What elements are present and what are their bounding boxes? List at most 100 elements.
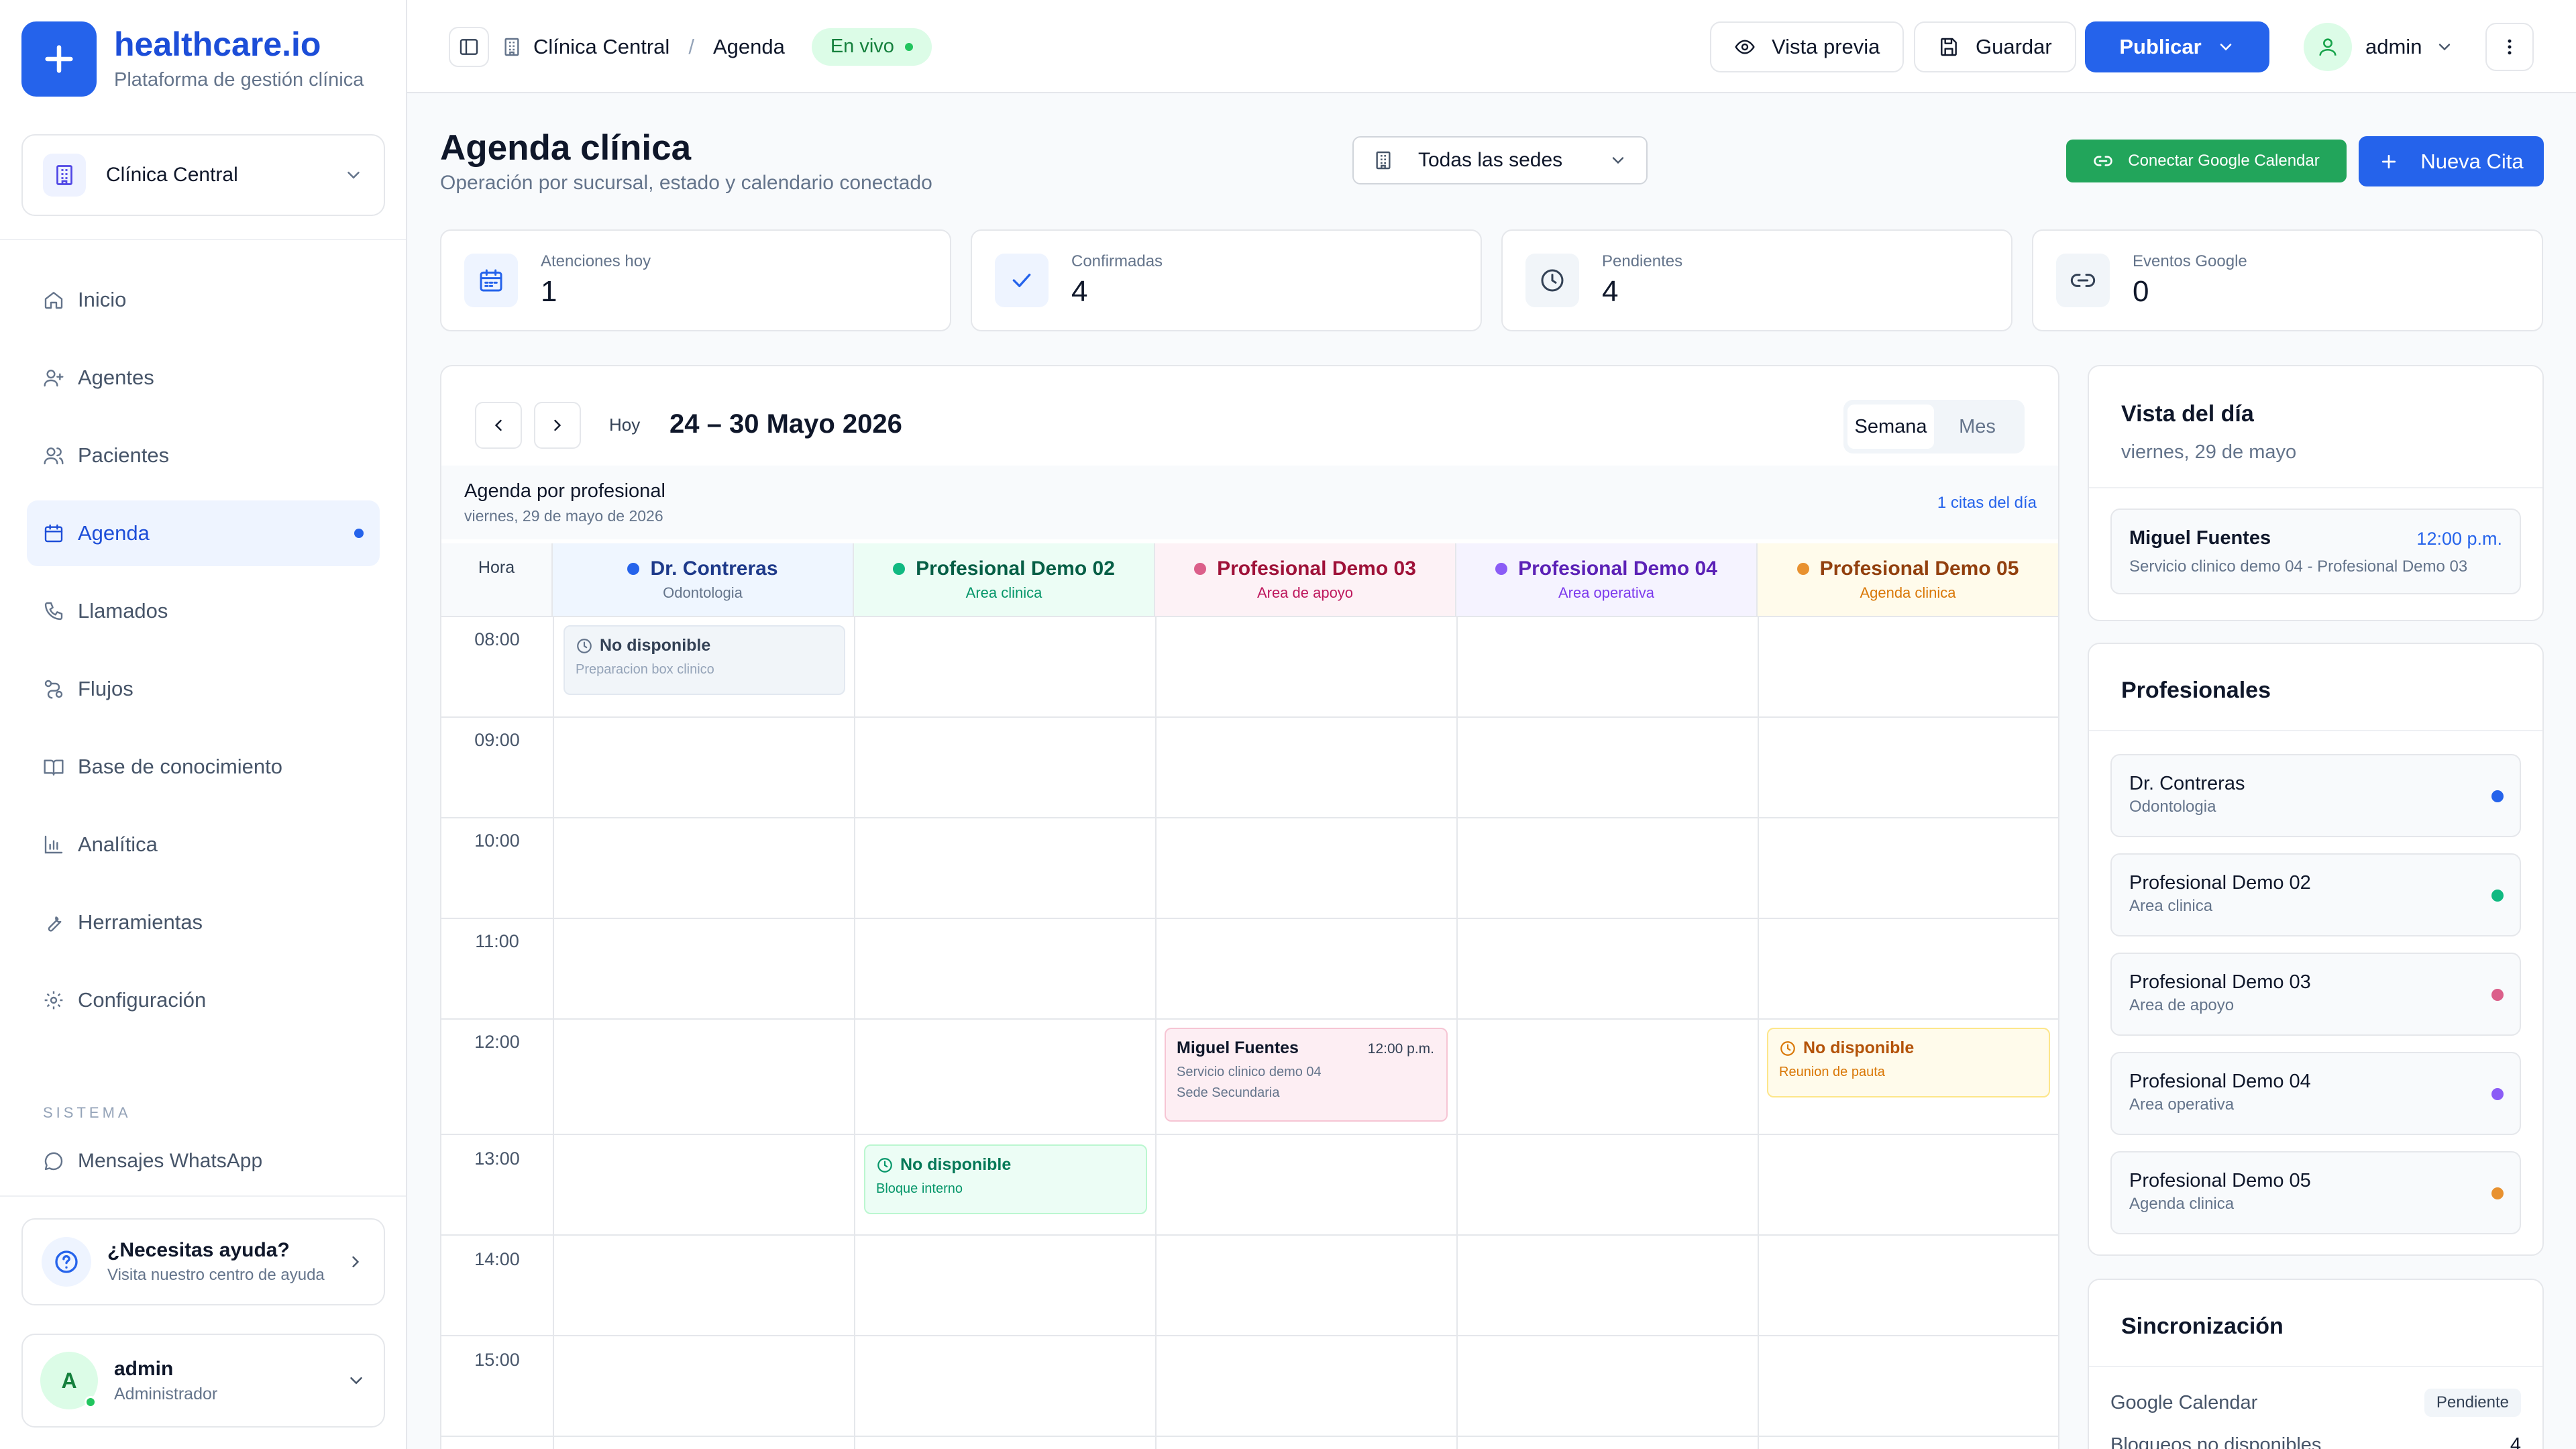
breadcrumb-clinic[interactable]: Clínica Central [533,35,669,59]
professional-color-dot [1194,563,1207,575]
gear-icon [43,989,64,1011]
grid-line [441,1018,2058,1020]
column-area: Area operativa [1558,584,1655,601]
event-time: 12:00 p.m. [1367,1041,1434,1057]
user-name: admin [114,1357,174,1380]
publish-button[interactable]: Publicar [2085,21,2269,72]
nav-item-agenda[interactable]: Agenda [27,500,380,566]
professional-color-dot [627,563,640,575]
stat-value: 0 [2133,275,2149,308]
chevron-down-icon [2435,38,2454,56]
date-range: 24 – 30 Mayo 2026 [669,409,902,439]
nav-label: Base de conocimiento [78,755,283,778]
sync-blocks-value: 4 [2510,1434,2521,1449]
user-menu[interactable]: A admin Administrador [21,1334,385,1428]
column-name: Profesional Demo 04 [1518,557,1717,580]
preview-button[interactable]: Vista previa [1710,21,1904,72]
save-button[interactable]: Guardar [1914,21,2076,72]
column-area: Area de apoyo [1256,584,1354,601]
nav-item-whatsapp[interactable]: Mensajes WhatsApp [27,1131,380,1191]
clock-icon [1779,1040,1796,1057]
professional-color-dot [2491,790,2504,802]
nav-item-flujos[interactable]: Flujos [27,656,380,722]
help-subtitle: Visita nuestro centro de ayuda [107,1266,325,1284]
column-name: Profesional Demo 02 [916,557,1115,580]
nav-item-herramientas[interactable]: Herramientas [27,890,380,955]
chevron-down-icon [346,1371,366,1391]
user-icon [2304,23,2352,71]
event-title: Miguel Fuentes [1177,1038,1299,1057]
professional-column-header: Profesional Demo 04 Area operativa [1456,543,1758,617]
nav-item-agentes[interactable]: Agentes [27,345,380,411]
nav-item-base-conocimiento[interactable]: Base de conocimiento [27,734,380,800]
column-name: Dr. Contreras [650,557,778,580]
agenda-count[interactable]: 1 citas del día [1937,494,2037,513]
grid-line [854,617,855,1449]
user-plus-icon [43,367,64,388]
professional-item[interactable]: Dr. Contreras Odontologia [2110,754,2521,837]
hour-label: 08:00 [474,629,520,649]
professional-item[interactable]: Profesional Demo 02 Area clinica [2110,853,2521,936]
nav-label: Mensajes WhatsApp [78,1150,263,1172]
chevron-right-icon[interactable] [534,402,581,449]
calendar-icon [43,523,64,544]
hour-label: 11:00 [475,931,519,951]
event-subtitle: Bloque interno [876,1181,963,1196]
nav-item-llamados[interactable]: Llamados [27,578,380,644]
professional-item[interactable]: Profesional Demo 04 Area operativa [2110,1052,2521,1135]
hour-label: 13:00 [474,1148,520,1169]
professional-item[interactable]: Profesional Demo 03 Area de apoyo [2110,953,2521,1036]
event-subtitle: Preparacion box clinico [576,662,714,677]
nav-label: Herramientas [78,910,203,934]
column-name: Profesional Demo 03 [1217,557,1416,580]
nav-item-pacientes[interactable]: Pacientes [27,423,380,488]
calendar-grid: Hora Dr. Contreras Odontologia Profesion… [441,543,2058,1449]
clinic-selector[interactable]: Clínica Central [21,134,385,216]
professional-column-header: Profesional Demo 02 Area clinica [854,543,1155,617]
today-button[interactable]: Hoy [609,415,640,435]
day-view-title: Vista del día [2121,401,2254,427]
nav-item-configuracion[interactable]: Configuración [27,967,380,1033]
professional-color-dot [1796,563,1809,575]
tab-semana[interactable]: Semana [1847,405,1934,449]
professional-item[interactable]: Profesional Demo 05 Agenda clinica [2110,1151,2521,1234]
chevron-down-icon [2216,38,2235,56]
unavailable-block[interactable]: No disponible Reunion de pauta [1767,1028,2050,1097]
unavailable-block[interactable]: No disponible Bloque interno [864,1144,1147,1214]
unavailable-block[interactable]: No disponible Preparacion box clinico [564,625,845,695]
plus-icon [2379,152,2399,172]
divider [2089,730,2542,731]
active-indicator [354,529,364,538]
link-icon [2056,254,2110,307]
day-appointment-item[interactable]: Miguel Fuentes 12:00 p.m. Servicio clini… [2110,508,2521,594]
chevron-left-icon[interactable] [475,402,522,449]
brand[interactable]: healthcare.io Plataforma de gestión clín… [21,21,364,97]
agenda-title: Agenda por profesional [464,480,665,502]
sync-title: Sincronización [2121,1313,2284,1339]
help-card[interactable]: ¿Necesitas ayuda? Visita nuestro centro … [21,1218,385,1305]
hour-column-header: Hora [441,543,553,617]
topbar-user-menu[interactable]: admin [2304,23,2454,71]
sede-select[interactable]: Todas las sedes [1352,136,1648,184]
grid-line [441,918,2058,919]
page-title: Agenda clínica [440,128,692,168]
tab-mes[interactable]: Mes [1934,405,2021,449]
professional-color-dot [2491,1187,2504,1199]
more-vertical-icon[interactable] [2485,23,2534,71]
grid-line [441,716,2058,718]
appointment-detail: Servicio clinico demo 04 - Profesional D… [2129,557,2468,576]
agenda-band [441,466,2058,539]
new-appointment-button[interactable]: Nueva Cita [2359,136,2544,186]
professional-area: Area de apoyo [2129,996,2235,1014]
building-icon [1373,150,1394,171]
stat-label: Pendientes [1602,252,1683,270]
sidebar-toggle-icon[interactable] [449,27,489,67]
nav-item-inicio[interactable]: Inicio [27,267,380,333]
nav-item-analitica[interactable]: Analítica [27,812,380,877]
book-icon [43,756,64,777]
professional-name: Dr. Contreras [2129,773,2245,794]
connect-google-calendar-button[interactable]: Conectar Google Calendar [2066,140,2347,182]
appointment-block[interactable]: Miguel Fuentes 12:00 p.m. Servicio clini… [1165,1028,1448,1122]
stat-label: Eventos Google [2133,252,2247,270]
chevron-right-icon [346,1252,365,1271]
